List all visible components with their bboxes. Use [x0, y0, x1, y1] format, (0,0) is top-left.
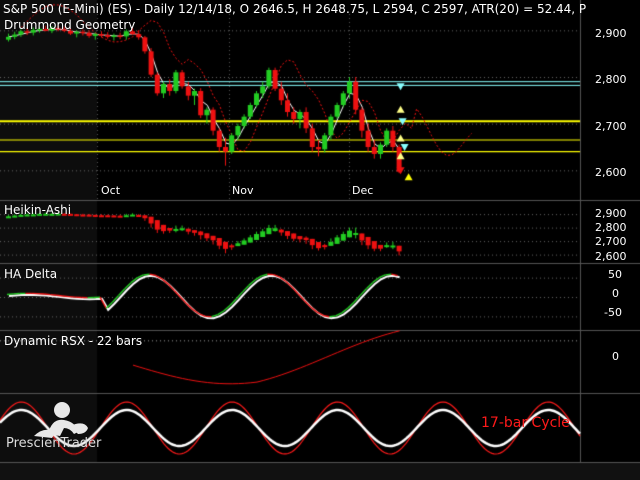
ha-ytick-2600: 2,600: [595, 250, 627, 263]
price-ytick-2700: 2,700: [595, 120, 627, 133]
cycle-label: 17-bar Cycle: [481, 415, 570, 431]
xtick-oct: Oct: [101, 184, 121, 197]
panel-label-heikin-ashi: Heikin-Ashi: [4, 203, 72, 217]
panel-label-rsx: Dynamic RSX - 22 bars: [4, 334, 143, 348]
panel-label-price: Drummond Geometry: [4, 18, 136, 32]
price-ytick-2900: 2,900: [595, 27, 627, 40]
xtick-nov: Nov: [232, 184, 254, 197]
xtick-dec: Dec: [352, 184, 374, 197]
rsx-ytick-0: 0: [612, 350, 619, 363]
delta-ytick-50: 50: [608, 268, 622, 281]
ha-ytick-2800: 2,800: [595, 221, 627, 234]
price-ytick-2800: 2,800: [595, 73, 627, 86]
ha-ytick-2900: 2,900: [595, 207, 627, 220]
brand-name: PrescienTrader: [6, 436, 102, 451]
delta-ytick-minus50: -50: [604, 306, 622, 319]
chart-title: S&P 500 (E-Mini) (ES) - Daily 12/14/18, …: [3, 2, 587, 16]
panel-label-ha-delta: HA Delta: [4, 267, 58, 281]
ha-ytick-2700: 2,700: [595, 235, 627, 248]
price-ytick-2600: 2,600: [595, 166, 627, 179]
delta-ytick-0: 0: [612, 287, 619, 300]
